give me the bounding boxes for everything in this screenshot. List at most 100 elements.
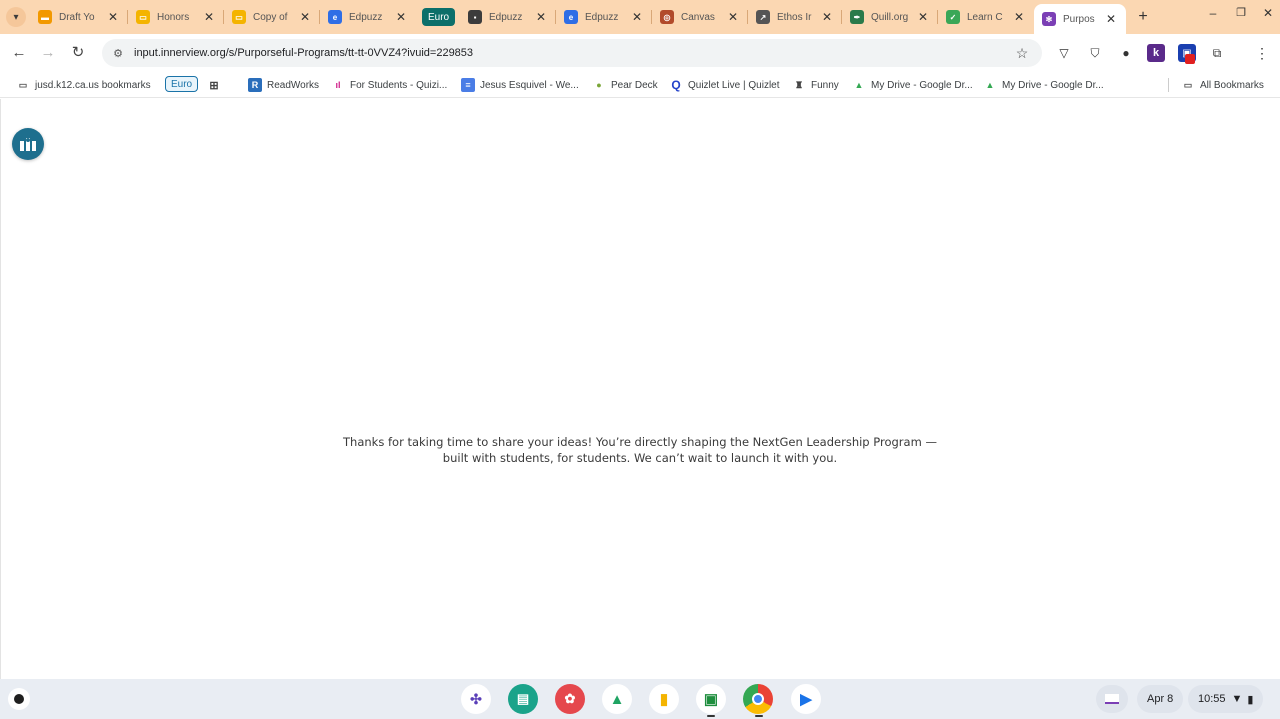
bookmark-star-icon[interactable]: ☆	[1012, 45, 1032, 62]
all-bookmarks-button[interactable]: ▭ All Bookmarks	[1181, 77, 1264, 93]
restore-icon[interactable]: ❐	[1231, 6, 1251, 19]
tab[interactable]: ◎ Canvas ✕	[660, 5, 740, 29]
app-switcher-icon[interactable]: ✣	[461, 684, 491, 714]
close-window-icon[interactable]: ✕	[1258, 6, 1278, 20]
bookmark-label: ReadWorks	[267, 79, 320, 91]
tab[interactable]: ▭ Copy of ✕	[232, 5, 312, 29]
reload-icon[interactable]: ↻	[67, 42, 89, 64]
tab-divider	[555, 10, 556, 24]
tab-title: Copy of	[253, 11, 288, 23]
check-icon: ✓	[946, 10, 960, 24]
bookmark-divider	[1168, 78, 1169, 92]
tab-title: Ethos Ir	[777, 11, 812, 23]
status-tray[interactable]: 10:55 ▼ ▮	[1188, 685, 1264, 713]
shield-extension-icon[interactable]: ▽	[1055, 44, 1073, 62]
kami-extension-icon[interactable]: k	[1147, 44, 1165, 62]
bookmark-item[interactable]: ıl For Students - Quizi...	[331, 77, 447, 93]
url-text[interactable]: input.innerview.org/s/Purporseful-Progra…	[134, 47, 1012, 59]
play-store-app-icon[interactable]: ▶	[791, 684, 821, 714]
bookmark-item[interactable]: ● Pear Deck	[592, 77, 657, 93]
meet-app-icon[interactable]: ▤	[508, 684, 538, 714]
close-icon[interactable]: ✕	[820, 10, 834, 24]
tab-divider	[747, 10, 748, 24]
classroom-app-icon[interactable]: ▣	[696, 684, 726, 714]
running-indicator	[755, 715, 763, 717]
tote-icon[interactable]	[1096, 685, 1128, 713]
extensions-puzzle-icon[interactable]: ⧉	[1208, 44, 1226, 62]
chrome-app-icon[interactable]	[743, 684, 773, 714]
incognito-extension-icon[interactable]: ●	[1117, 44, 1135, 62]
forward-icon[interactable]: →	[37, 42, 59, 64]
bookmark-item[interactable]: R ReadWorks	[248, 77, 319, 93]
site-settings-icon[interactable]: ⚙	[110, 47, 126, 60]
tab[interactable]: ↗ Ethos Ir ✕	[756, 5, 834, 29]
tab[interactable]: ▭ Honors ✕	[136, 5, 216, 29]
launcher-icon[interactable]	[8, 688, 30, 710]
tab[interactable]: ▬ Draft Yo ✕	[38, 5, 120, 29]
tab-title: Honors	[157, 11, 190, 23]
tab-divider	[937, 10, 938, 24]
keep-app-icon[interactable]: ▮	[649, 684, 679, 714]
tab[interactable]: e Edpuzz ✕	[564, 5, 644, 29]
address-bar[interactable]: ⚙ input.innerview.org/s/Purporseful-Prog…	[102, 39, 1042, 67]
tab[interactable]: e Edpuzz ✕	[328, 5, 408, 29]
tab[interactable]: ✒ Quill.org ✕	[850, 5, 930, 29]
back-icon[interactable]: ←	[8, 42, 30, 64]
date-pill[interactable]: Apr 8	[1137, 685, 1184, 713]
tab-title: Edpuzz	[349, 11, 383, 23]
bookmark-label: Funny	[811, 79, 839, 91]
minimize-icon[interactable]: –	[1203, 6, 1223, 20]
thank-you-line-1: Thanks for taking time to share your ide…	[343, 435, 937, 449]
bookmark-label: Jesus Esquivel - We...	[480, 79, 579, 91]
tab-search-icon[interactable]: ▾	[6, 7, 26, 27]
tab-title: Edpuzz	[585, 11, 619, 23]
time-label: 10:55	[1198, 693, 1226, 705]
close-icon[interactable]: ✕	[630, 10, 644, 24]
tab-title: Purpos	[1063, 13, 1095, 25]
close-icon[interactable]: ✕	[726, 10, 740, 24]
close-icon[interactable]: ✕	[106, 10, 120, 24]
drive-app-icon[interactable]: ▲	[602, 684, 632, 714]
drive-icon: ▲	[854, 80, 864, 90]
bookmark-item[interactable]: ♜ Funny	[792, 77, 839, 93]
wifi-icon: ▼	[1231, 693, 1243, 705]
bookmark-item[interactable]: ▲ My Drive - Google Dr...	[983, 77, 1104, 93]
quizizz-icon: ıl	[335, 80, 341, 90]
close-icon[interactable]: ✕	[394, 10, 408, 24]
paint-app-icon[interactable]: ✿	[555, 684, 585, 714]
bookmark-label: Quizlet Live | Quizlet	[688, 79, 780, 91]
tab-active[interactable]: ✻ Purpos ✕	[1034, 4, 1126, 34]
apps-grid-icon[interactable]: ⊞	[207, 77, 226, 93]
close-icon[interactable]: ✕	[534, 10, 548, 24]
readworks-icon: R	[248, 78, 262, 92]
pear-icon: ●	[596, 80, 602, 90]
page-content	[0, 99, 1280, 679]
toolbar: ← → ↻ ⚙ input.innerview.org/s/Purporsefu…	[0, 34, 1280, 72]
tab-group-chip[interactable]: Euro	[422, 8, 456, 26]
edpuzzle-icon: e	[328, 10, 342, 24]
bookmark-item[interactable]: ▭ jusd.k12.ca.us bookmarks	[16, 77, 151, 93]
menu-kebab-icon[interactable]: ⋮	[1253, 44, 1271, 62]
bookmark-label: All Bookmarks	[1200, 79, 1264, 91]
bookmark-item[interactable]: ▲ My Drive - Google Dr...	[852, 77, 973, 93]
quill-icon: ✒	[850, 10, 864, 24]
canvas-icon: ◎	[660, 10, 674, 24]
close-icon[interactable]: ✕	[1012, 10, 1026, 24]
shield-check-extension-icon[interactable]: ⛉	[1086, 44, 1104, 62]
tab[interactable]: ▪ Edpuzz ✕	[468, 5, 548, 29]
bookmark-item[interactable]: Q Quizlet Live | Quizlet	[669, 77, 780, 93]
bookmark-label: jusd.k12.ca.us bookmarks	[35, 79, 151, 91]
date-label: Apr 8	[1147, 693, 1174, 705]
close-icon[interactable]: ✕	[1104, 12, 1118, 26]
close-icon[interactable]: ✕	[298, 10, 312, 24]
innerview-logo-icon[interactable]	[12, 128, 44, 160]
drive-icon: ▲	[985, 80, 995, 90]
close-icon[interactable]: ✕	[916, 10, 930, 24]
tab[interactable]: ✓ Learn C ✕	[946, 5, 1026, 29]
close-icon[interactable]: ✕	[202, 10, 216, 24]
bookmark-group-chip[interactable]: Euro	[165, 76, 199, 92]
thank-you-line-2: built with students, for students. We ca…	[442, 450, 838, 465]
bookmark-item[interactable]: ≡ Jesus Esquivel - We...	[461, 77, 579, 93]
chart-icon: ↗	[756, 10, 770, 24]
new-tab-icon[interactable]: +	[1134, 8, 1152, 26]
